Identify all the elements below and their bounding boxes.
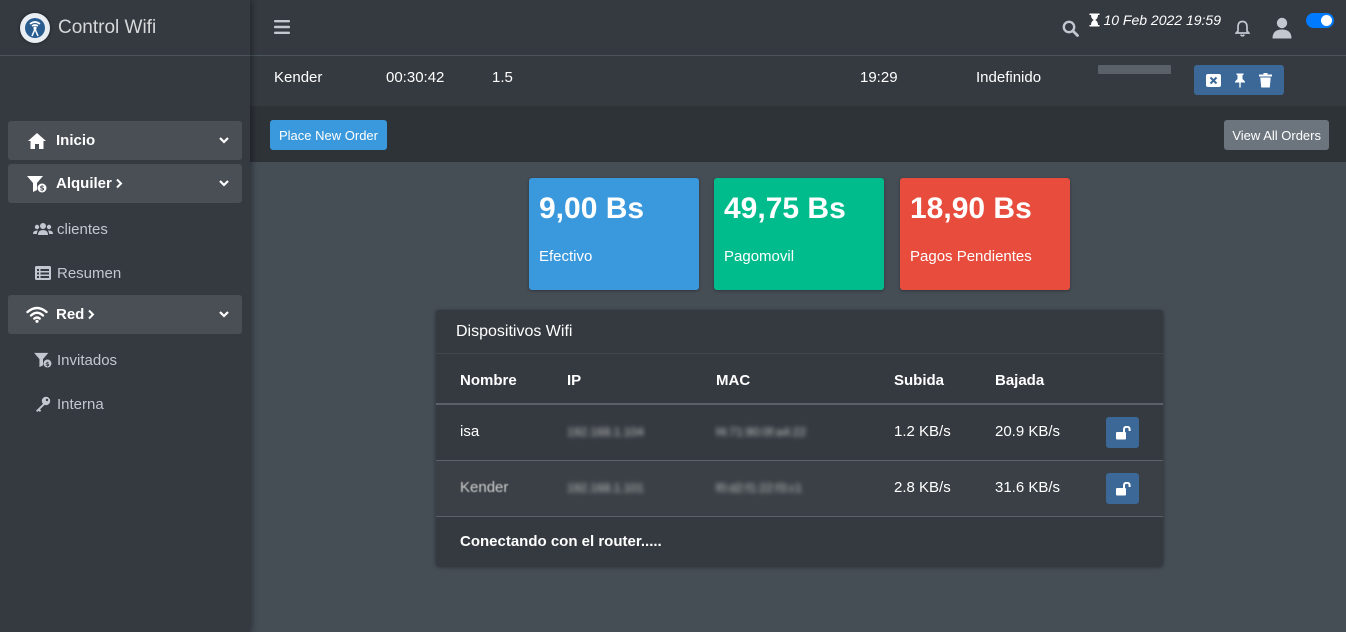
order-row: Kender 00:30:42 1.5 19:29 Indefinido [250, 56, 1346, 106]
order-name: Kender [274, 69, 323, 86]
device-mac: f0:d2:f1:22:f3:c1 [716, 481, 803, 495]
stat-amount: 9,00 Bs [539, 192, 645, 225]
svg-text:$: $ [40, 184, 45, 192]
navbar-right: 10 Feb 2022 19:59 [1062, 0, 1334, 56]
device-name: Kender [460, 479, 509, 496]
sidebar-nav: Inicio $ Alquiler clientes Resumen Red $… [0, 56, 250, 426]
devices-card: Dispositivos Wifi Nombre IP MAC Subida B… [436, 310, 1163, 566]
brand-logo-icon [20, 12, 50, 43]
brand-name: Control Wifi [58, 16, 157, 38]
sidebar-item-clientes[interactable]: clientes [0, 207, 250, 251]
column-header: MAC [716, 372, 751, 389]
users-icon [33, 222, 53, 236]
chevron-down-icon [218, 133, 230, 151]
search-icon[interactable] [1062, 20, 1080, 37]
trash-icon[interactable] [1258, 72, 1272, 88]
close-order-icon[interactable] [1206, 73, 1222, 87]
stat-box-pagomovil: 49,75 Bs Pagomovil [714, 178, 884, 290]
user-icon[interactable] [1272, 17, 1292, 39]
sidebar: Control Wifi Inicio $ Alquiler clientes … [0, 0, 250, 632]
bell-icon[interactable] [1235, 20, 1250, 37]
device-mac: f4:71:90:0f:a4:22 [716, 425, 807, 439]
order-duration: 00:30:42 [386, 69, 445, 86]
card-title: Dispositivos Wifi [436, 310, 1163, 354]
sidebar-item-label: clientes [57, 220, 108, 238]
sidebar-item-red[interactable]: Red [8, 295, 242, 334]
stat-box-pagos-pendientes: 18,90 Bs Pagos Pendientes [900, 178, 1070, 290]
chevron-down-icon [218, 176, 230, 194]
chevron-down-icon [218, 307, 230, 325]
device-ip: 192.168.1.101 [567, 481, 644, 495]
sidebar-item-label: Inicio [56, 132, 96, 149]
sidebar-item-label: Resumen [57, 264, 122, 282]
chevron-right-icon [115, 178, 123, 189]
stat-label: Efectivo [539, 248, 593, 265]
column-header: IP [567, 372, 582, 389]
place-new-order-button[interactable]: Place New Order [270, 120, 387, 150]
view-all-orders-button[interactable]: View All Orders [1224, 120, 1329, 150]
table-row: Kender 192.168.1.101 f0:d2:f1:22:f3:c1 2… [436, 461, 1163, 517]
stat-box-efectivo: 9,00 Bs Efectivo [529, 178, 699, 290]
stat-label: Pagos Pendientes [910, 248, 1032, 265]
device-download: 31.6 KB/s [995, 479, 1061, 496]
order-actions [1194, 65, 1284, 95]
device-name: isa [460, 423, 480, 440]
device-upload: 1.2 KB/s [894, 423, 951, 440]
table-row: isa 192.168.1.104 f4:71:90:0f:a4:22 1.2 … [436, 405, 1163, 461]
order-amount: 1.5 [492, 69, 513, 86]
chevron-right-icon [87, 309, 95, 320]
device-ip: 192.168.1.104 [567, 425, 644, 439]
home-icon [26, 132, 48, 150]
hourglass-icon [1089, 13, 1100, 27]
sidebar-item-label: Invitados [57, 351, 118, 369]
sidebar-item-alquiler[interactable]: $ Alquiler [8, 164, 242, 203]
key-icon [33, 396, 53, 412]
brand[interactable]: Control Wifi [0, 0, 250, 56]
unlock-icon [1115, 481, 1131, 496]
sidebar-item-interna[interactable]: Interna [0, 382, 250, 426]
unlock-device-button[interactable] [1106, 473, 1139, 504]
sidebar-item-invitados[interactable]: $ Invitados [0, 338, 250, 382]
stat-label: Pagomovil [724, 248, 795, 265]
column-header: Bajada [995, 372, 1045, 389]
column-header: Subida [894, 372, 945, 389]
device-upload: 2.8 KB/s [894, 479, 951, 496]
filter-money-icon: $ [33, 352, 53, 368]
hamburger-menu-icon[interactable] [274, 20, 290, 39]
table-header: Nombre IP MAC Subida Bajada [436, 354, 1163, 405]
sidebar-item-label: Alquiler [56, 175, 112, 192]
unlock-device-button[interactable] [1106, 417, 1139, 448]
svg-text:$: $ [45, 361, 49, 368]
stat-amount: 18,90 Bs [910, 192, 1032, 225]
sidebar-item-label: Interna [57, 395, 104, 413]
order-blurred-field [1098, 65, 1171, 74]
datetime-text: 10 Feb 2022 19:59 [1103, 12, 1221, 28]
list-icon [33, 266, 53, 280]
device-download: 20.9 KB/s [995, 423, 1061, 440]
pin-icon[interactable] [1234, 73, 1246, 88]
datetime-display: 10 Feb 2022 19:59 [1089, 12, 1221, 28]
sidebar-item-inicio[interactable]: Inicio [8, 121, 242, 160]
orders-bar: Place New Order View All Orders [250, 106, 1346, 162]
wifi-icon [26, 306, 48, 323]
stat-amount: 49,75 Bs [724, 192, 846, 225]
order-status: Indefinido [976, 69, 1042, 86]
filter-money-icon: $ [26, 175, 48, 193]
theme-toggle[interactable] [1306, 12, 1334, 28]
sidebar-item-label: Red [56, 306, 85, 323]
unlock-icon [1115, 425, 1131, 440]
sidebar-item-resumen[interactable]: Resumen [0, 251, 250, 295]
order-time: 19:29 [860, 69, 898, 86]
column-header: Nombre [460, 372, 517, 389]
top-navbar: 10 Feb 2022 19:59 [250, 0, 1346, 56]
router-status: Conectando con el router..... [460, 532, 662, 550]
